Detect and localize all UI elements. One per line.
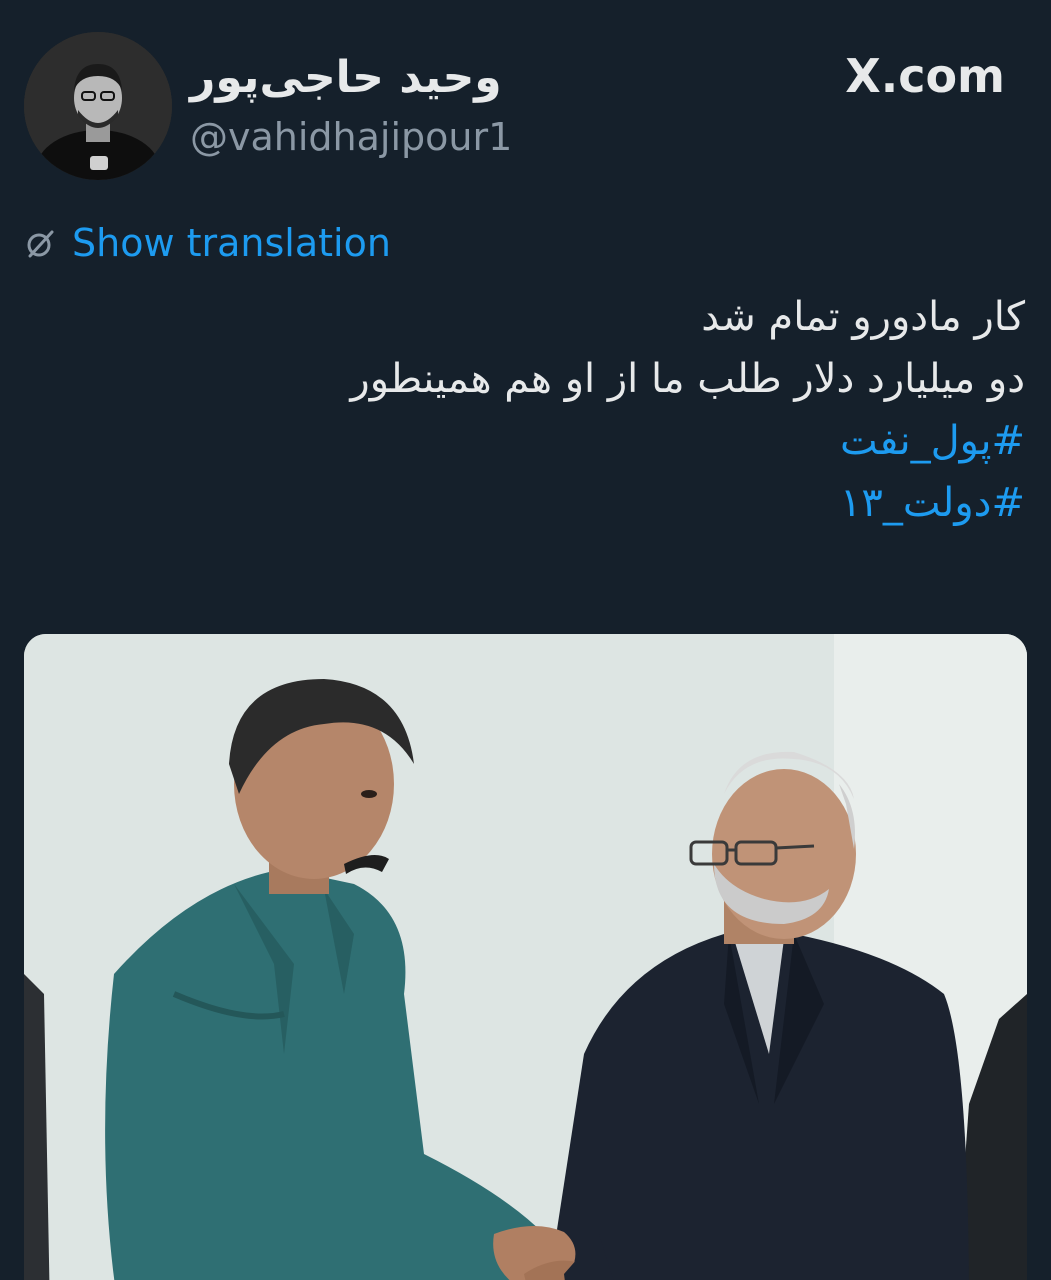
translate-icon <box>27 230 54 258</box>
profile-photo-icon <box>24 32 172 180</box>
brand-label: X.com <box>845 49 1005 103</box>
hashtag-link[interactable]: #پول_نفت <box>25 410 1025 472</box>
tweet-line: دو میلیارد دلار طلب ما از او هم همینطور <box>350 356 1025 402</box>
hashtag-link[interactable]: #دولت_۱۳ <box>25 472 1025 534</box>
avatar[interactable] <box>24 32 172 180</box>
tweet-media-photo[interactable] <box>24 634 1027 1280</box>
author-handle[interactable]: @vahidhajipour1 <box>190 112 512 162</box>
author-display-name[interactable]: وحید حاجی‌پور <box>190 50 502 106</box>
show-translation-button[interactable]: Show translation <box>24 216 391 270</box>
tweet-line: کار مادورو تمام شد <box>701 294 1025 340</box>
tweet-text: کار مادورو تمام شد دو میلیارد دلار طلب م… <box>25 286 1025 534</box>
show-translation-label: Show translation <box>72 221 391 265</box>
photo-handshake-icon <box>24 634 1027 1280</box>
